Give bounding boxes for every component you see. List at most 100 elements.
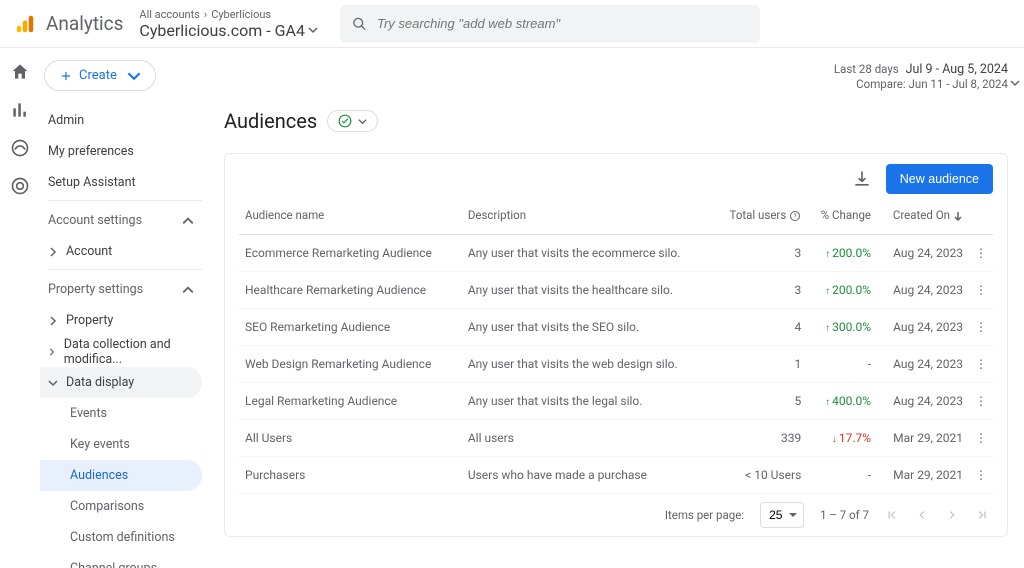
nav-account[interactable]: Account [40, 236, 202, 267]
create-button[interactable]: Create [44, 60, 156, 91]
table-row[interactable]: Ecommerce Remarketing Audience Any user … [239, 235, 993, 272]
search-box[interactable] [340, 5, 760, 43]
pagination: Items per page: 25 1 – 7 of 7 [239, 494, 993, 530]
nav-data-collection[interactable]: Data collection and modifica... [40, 336, 202, 367]
col-total-users[interactable]: Total users? [713, 200, 807, 235]
cell-users: 3 [713, 235, 807, 272]
cell-name: Legal Remarketing Audience [239, 383, 462, 420]
row-menu-button[interactable]: ⋮ [969, 420, 993, 457]
nav-setup-assistant[interactable]: Setup Assistant [40, 167, 202, 198]
cell-change: - [807, 457, 877, 494]
property-selector[interactable]: All accounts › Cyberlicious Cyberlicious… [139, 8, 318, 40]
advertising-icon[interactable] [10, 176, 30, 196]
cell-users: < 10 Users [713, 457, 807, 494]
cell-description: Any user that visits the web design silo… [462, 346, 714, 383]
next-page-icon[interactable] [945, 508, 959, 522]
row-menu-button[interactable]: ⋮ [969, 346, 993, 383]
col-change[interactable]: % Change [807, 200, 877, 235]
cell-description: Any user that visits the legal silo. [462, 383, 714, 420]
new-audience-button[interactable]: New audience [886, 164, 993, 194]
nav-rail [0, 48, 40, 568]
nav-admin[interactable]: Admin [40, 105, 202, 136]
prev-page-icon[interactable] [915, 508, 929, 522]
table-row[interactable]: All Users All users 339 ↓17.7% Mar 29, 2… [239, 420, 993, 457]
download-icon[interactable] [852, 169, 872, 189]
chevron-right-icon [48, 316, 58, 326]
nav-channel-groups[interactable]: Channel groups [40, 553, 202, 568]
brand-name: Analytics [46, 12, 123, 35]
date-range-picker[interactable]: Last 28 days Jul 9 - Aug 5, 2024 Compare… [224, 62, 1008, 91]
first-page-icon[interactable] [885, 508, 899, 522]
cell-created: Aug 24, 2023 [877, 235, 969, 272]
home-icon[interactable] [10, 62, 30, 82]
row-menu-button[interactable]: ⋮ [969, 457, 993, 494]
cell-name: Web Design Remarketing Audience [239, 346, 462, 383]
cell-change: ↑400.0% [807, 383, 877, 420]
nav-property[interactable]: Property [40, 305, 202, 336]
cell-change: ↑200.0% [807, 272, 877, 309]
chevron-right-icon [48, 347, 56, 357]
table-row[interactable]: SEO Remarketing Audience Any user that v… [239, 309, 993, 346]
cell-users: 3 [713, 272, 807, 309]
items-per-page-select[interactable]: 25 [760, 502, 804, 528]
nav-audiences[interactable]: Audiences [40, 460, 202, 491]
last-page-icon[interactable] [975, 508, 989, 522]
explore-icon[interactable] [10, 138, 30, 158]
row-menu-button[interactable]: ⋮ [969, 309, 993, 346]
cell-created: Aug 24, 2023 [877, 346, 969, 383]
col-audience-name[interactable]: Audience name [239, 200, 462, 235]
page-title: Audiences [224, 109, 317, 133]
nav-custom-definitions[interactable]: Custom definitions [40, 522, 202, 553]
plus-icon [59, 69, 73, 83]
cell-created: Aug 24, 2023 [877, 383, 969, 420]
analytics-logo-icon [14, 13, 36, 35]
cell-change: - [807, 346, 877, 383]
audiences-table: Audience name Description Total users? %… [239, 200, 993, 494]
nav-property-settings[interactable]: Property settings [40, 274, 202, 305]
breadcrumb-all-accounts: All accounts [139, 8, 199, 21]
cell-name: Purchasers [239, 457, 462, 494]
chevron-down-icon [48, 378, 58, 388]
cell-change: ↑300.0% [807, 309, 877, 346]
items-per-page-label: Items per page: [665, 508, 744, 522]
chevron-up-icon [182, 215, 194, 227]
table-row[interactable]: Web Design Remarketing Audience Any user… [239, 346, 993, 383]
cell-name: Ecommerce Remarketing Audience [239, 235, 462, 272]
nav-comparisons[interactable]: Comparisons [40, 491, 202, 522]
admin-sidebar: Create Admin My preferences Setup Assist… [40, 48, 208, 568]
nav-my-preferences[interactable]: My preferences [40, 136, 202, 167]
help-icon: ? [789, 210, 801, 222]
cell-created: Aug 24, 2023 [877, 309, 969, 346]
nav-events[interactable]: Events [40, 398, 202, 429]
cell-description: All users [462, 420, 714, 457]
reports-icon[interactable] [10, 100, 30, 120]
table-row[interactable]: Purchasers Users who have made a purchas… [239, 457, 993, 494]
col-description[interactable]: Description [462, 200, 714, 235]
col-created-on[interactable]: Created On [877, 200, 969, 235]
cell-change: ↑200.0% [807, 235, 877, 272]
search-icon [352, 16, 367, 32]
cell-users: 1 [713, 346, 807, 383]
app-header: Analytics All accounts › Cyberlicious Cy… [0, 0, 1024, 48]
nav-key-events[interactable]: Key events [40, 429, 202, 460]
row-menu-button[interactable]: ⋮ [969, 272, 993, 309]
arrow-down-icon [953, 211, 963, 221]
nav-account-settings[interactable]: Account settings [40, 205, 202, 236]
property-name: Cyberlicious.com - GA4 [139, 21, 305, 40]
row-menu-button[interactable]: ⋮ [969, 383, 993, 420]
breadcrumb-account: Cyberlicious [211, 8, 271, 21]
cell-users: 5 [713, 383, 807, 420]
check-circle-icon [338, 114, 352, 128]
table-row[interactable]: Legal Remarketing Audience Any user that… [239, 383, 993, 420]
chevron-up-icon [182, 284, 194, 296]
cell-name: Healthcare Remarketing Audience [239, 272, 462, 309]
search-input[interactable] [377, 16, 748, 31]
status-chip[interactable] [327, 110, 378, 132]
nav-data-display[interactable]: Data display [40, 367, 202, 398]
cell-created: Aug 24, 2023 [877, 272, 969, 309]
cell-users: 339 [713, 420, 807, 457]
cell-change: ↓17.7% [807, 420, 877, 457]
table-row[interactable]: Healthcare Remarketing Audience Any user… [239, 272, 993, 309]
audiences-panel: New audience Audience name Description T… [224, 153, 1008, 537]
row-menu-button[interactable]: ⋮ [969, 235, 993, 272]
